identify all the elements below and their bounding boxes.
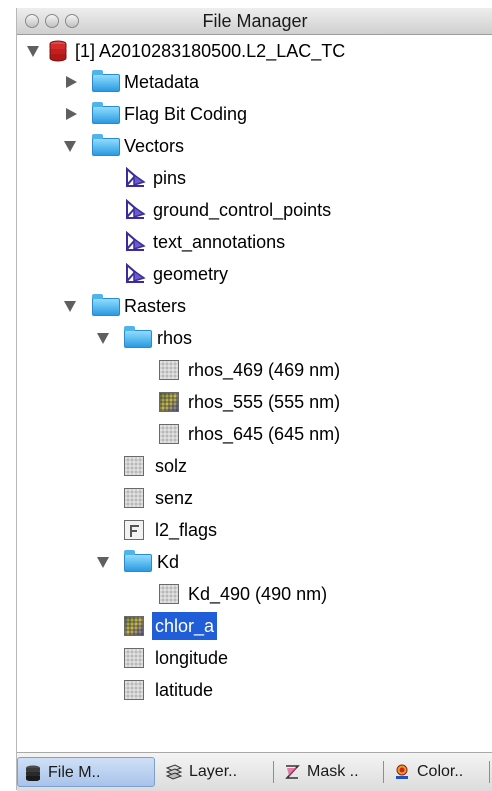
tree-node-label: text_annotations: [153, 232, 286, 252]
tree-node-label: rhos_645 (645 nm): [188, 424, 341, 444]
title-bar[interactable]: File Manager: [17, 8, 492, 35]
tab-layer-manager[interactable]: Layer..: [159, 757, 273, 787]
layers-icon: [165, 764, 183, 780]
tab-mask-manager[interactable]: Mask ..: [277, 757, 381, 787]
tree-node-vector-geometry[interactable]: geometry: [17, 259, 492, 289]
tree-node-label: rhos_469 (469 nm): [188, 360, 341, 380]
tab-separator: [489, 761, 490, 783]
tab-label: Layer..: [189, 763, 238, 780]
tree-node-label: senz: [155, 488, 194, 508]
vector-data-node-icon: [126, 198, 146, 220]
raster-band-icon: [159, 360, 179, 380]
tree-node-vector-pins[interactable]: pins: [17, 163, 492, 193]
tree-node-band-rhos-555[interactable]: rhos_555 (555 nm): [17, 387, 492, 417]
tree-node-band-kd-490[interactable]: Kd_490 (490 nm): [17, 579, 492, 609]
tab-separator: [273, 761, 274, 783]
folder-icon: [92, 294, 120, 316]
raster-band-icon: [124, 680, 144, 700]
collapse-toggle[interactable]: [97, 557, 109, 568]
vector-data-node-icon: [126, 230, 146, 252]
tree-node-label: longitude: [155, 648, 229, 668]
raster-band-icon: [124, 488, 144, 508]
raster-band-icon: [159, 584, 179, 604]
mask-icon: [285, 765, 300, 779]
tree-node-label: Kd_490 (490 nm): [188, 584, 328, 604]
tree-node-label: [1] A2010283180500.L2_LAC_TC: [75, 41, 346, 61]
tree-node-label: rhos: [157, 328, 193, 348]
tab-label: Color..: [417, 763, 464, 780]
tab-file-manager[interactable]: File M..: [17, 757, 155, 787]
raster-band-open-icon: [159, 392, 179, 412]
file-manager-window: File Manager [1] A2010283180500.L2_LAC_T…: [16, 8, 492, 791]
folder-icon: [124, 326, 152, 348]
folder-icon: [92, 134, 120, 156]
color-manipulation-icon: [396, 764, 408, 779]
tree-node-band-l2-flags[interactable]: l2_flags: [17, 515, 492, 545]
tree-node-label: ground_control_points: [153, 200, 332, 220]
tree-node-label: Vectors: [124, 136, 185, 156]
raster-band-icon: [124, 648, 144, 668]
tree-node-label: Flag Bit Coding: [124, 104, 248, 124]
raster-band-icon: [159, 424, 179, 444]
tree-node-band-solz[interactable]: solz: [17, 451, 492, 481]
tab-colour-manipulation[interactable]: Color..: [387, 757, 489, 787]
tab-separator: [383, 761, 384, 783]
tree-node-label: pins: [153, 168, 187, 188]
raster-band-icon: [124, 456, 144, 476]
collapse-toggle[interactable]: [64, 141, 76, 152]
tree-node-label: solz: [155, 456, 188, 476]
tree-node-label: Kd: [157, 552, 180, 572]
folder-icon: [92, 70, 120, 92]
tree-node-label: latitude: [155, 680, 214, 700]
collapse-toggle[interactable]: [64, 301, 76, 312]
tree-node-band-rhos-469[interactable]: rhos_469 (469 nm): [17, 355, 492, 385]
tree-node-band-longitude[interactable]: longitude: [17, 643, 492, 673]
folder-icon: [124, 550, 152, 572]
product-tree[interactable]: [1] A2010283180500.L2_LAC_TC Metadata Fl…: [17, 36, 492, 728]
product-stack-icon: [26, 765, 40, 781]
vector-data-node-icon: [126, 262, 146, 284]
vector-data-node-icon: [126, 166, 146, 188]
tree-node-band-rhos-645[interactable]: rhos_645 (645 nm): [17, 419, 492, 449]
collapse-toggle[interactable]: [97, 333, 109, 344]
tree-node-label: geometry: [153, 264, 229, 284]
tree-node-band-chlor-a[interactable]: chlor_a: [17, 611, 492, 641]
expand-toggle[interactable]: [27, 46, 39, 57]
tree-node-vector-ground-control-points[interactable]: ground_control_points: [17, 195, 492, 225]
tree-node-band-latitude[interactable]: latitude: [17, 675, 492, 705]
tree-node-rhos[interactable]: rhos: [17, 323, 492, 353]
expand-toggle[interactable]: [66, 76, 77, 88]
tree-node-vector-text-annotations[interactable]: text_annotations: [17, 227, 492, 257]
flag-band-icon: [124, 520, 144, 540]
tree-node-label: rhos_555 (555 nm): [188, 392, 341, 412]
product-database-icon: [49, 40, 67, 62]
tool-window-tab-bar: File M.. Layer.. Mask .. Color..: [17, 752, 492, 791]
tree-node-flag-bit-coding[interactable]: Flag Bit Coding: [17, 99, 492, 129]
raster-band-open-icon: [124, 616, 144, 636]
tree-node-metadata[interactable]: Metadata: [17, 67, 492, 97]
tab-label: Mask ..: [307, 763, 359, 780]
folder-icon: [92, 102, 120, 124]
window-title: File Manager: [202, 11, 308, 31]
tree-node-label-selected: chlor_a: [152, 612, 218, 640]
tree-node-label: Metadata: [124, 72, 200, 92]
tree-node-rasters[interactable]: Rasters: [17, 291, 492, 321]
tree-node-kd[interactable]: Kd: [17, 547, 492, 577]
tree-node-band-senz[interactable]: senz: [17, 483, 492, 513]
tree-empty-area: [17, 728, 492, 752]
tree-node-label: Rasters: [124, 296, 187, 316]
tab-label: File M..: [48, 764, 101, 781]
expand-toggle[interactable]: [66, 108, 77, 120]
tree-node-product[interactable]: [1] A2010283180500.L2_LAC_TC: [17, 36, 492, 66]
tree-node-vectors[interactable]: Vectors: [17, 131, 492, 161]
tree-node-label: l2_flags: [155, 520, 218, 540]
